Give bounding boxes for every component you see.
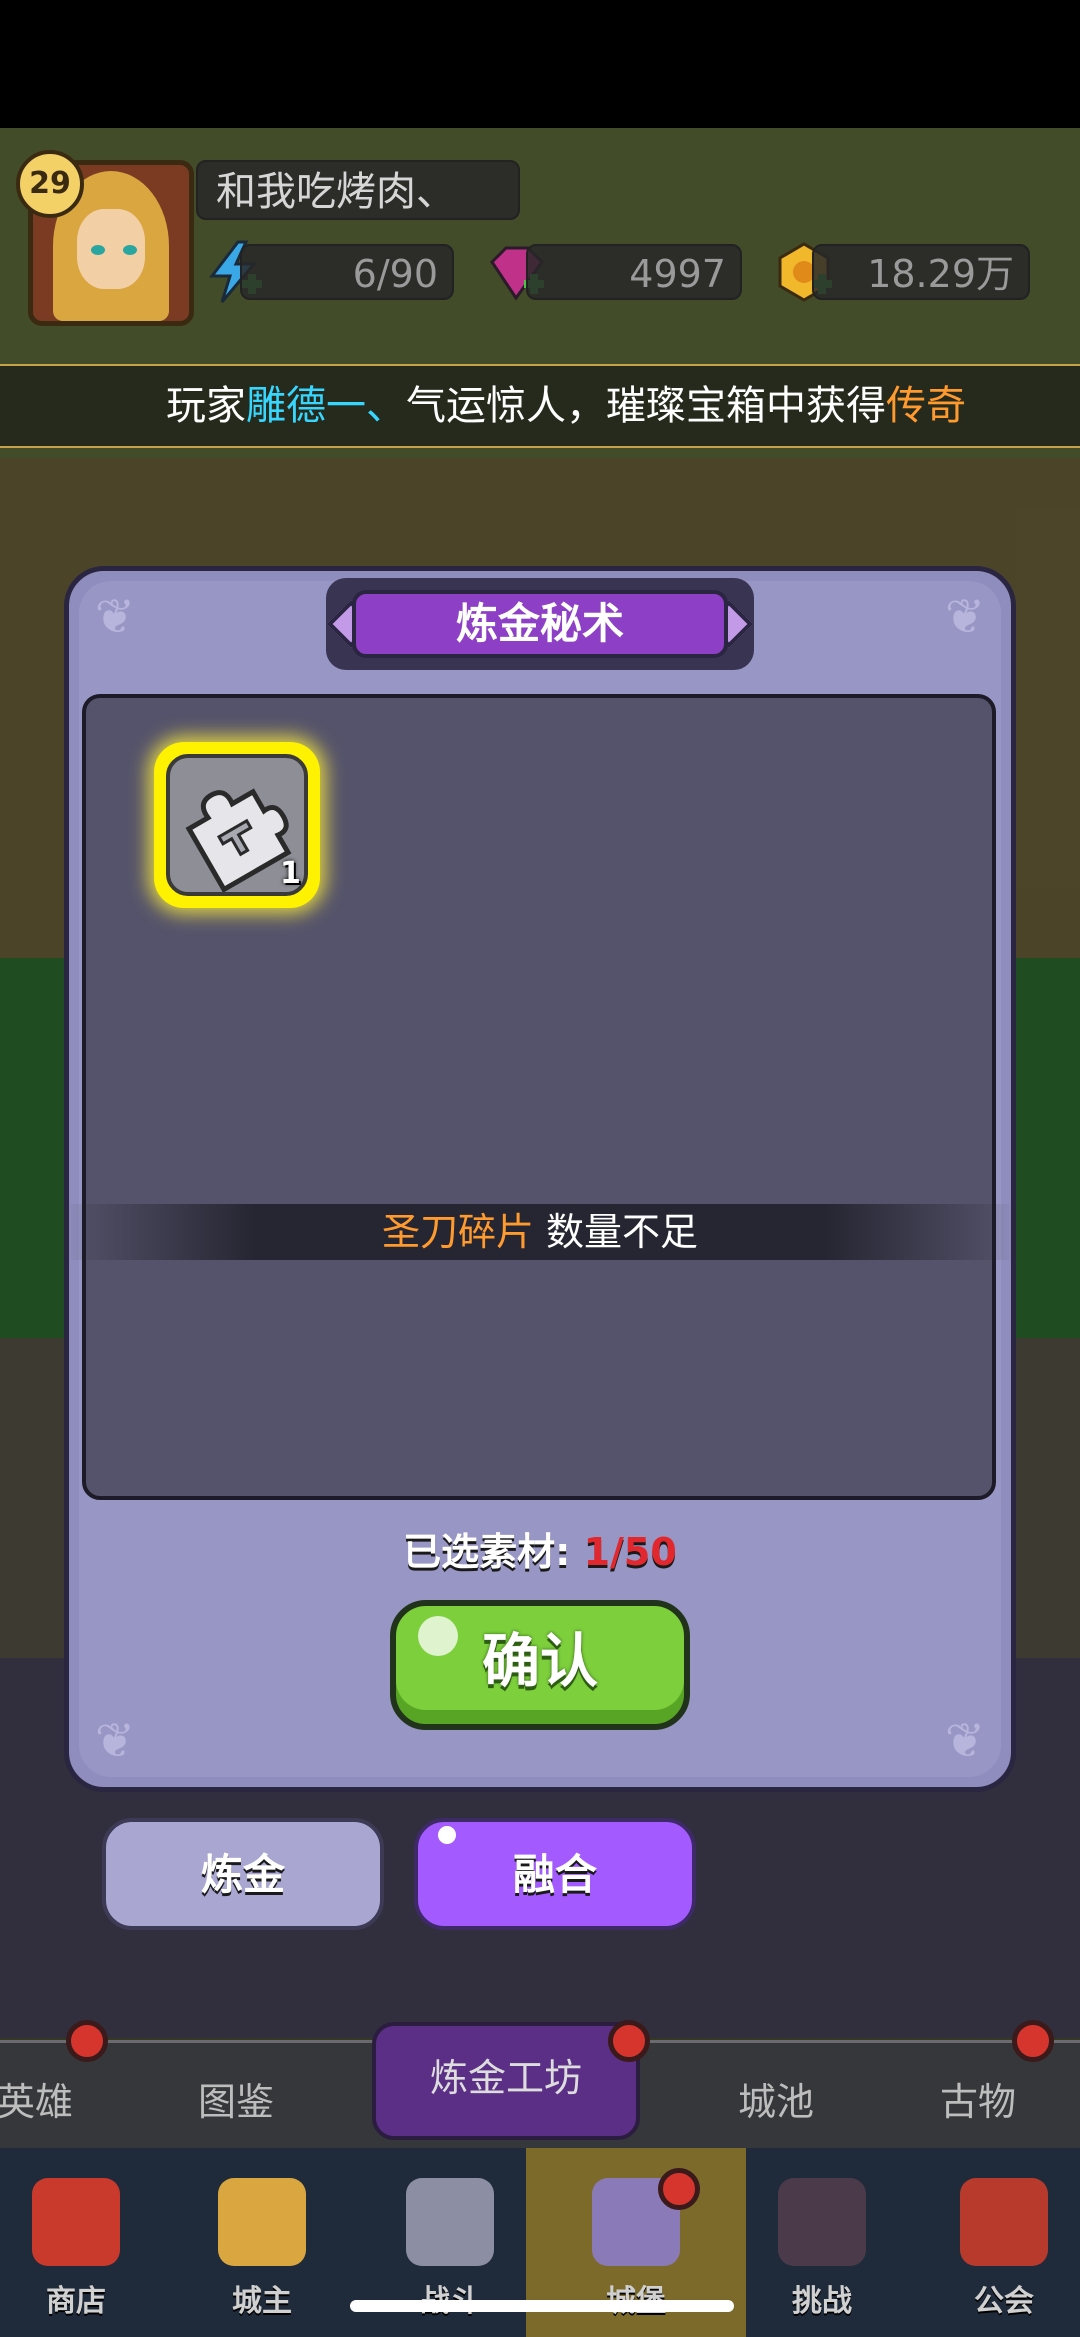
corner-ornament: ❦ [944, 589, 986, 645]
nav-label: 挑战 [792, 2284, 852, 2319]
selected-label: 已选素材: [403, 1530, 571, 1574]
selected-count: 1/50 [583, 1530, 677, 1574]
stamina-value[interactable]: 6/90 [240, 244, 454, 300]
notification-dot [608, 2020, 650, 2062]
crossed-swords-icon [406, 2178, 494, 2266]
corner-ornament: ❦ [94, 1713, 136, 1769]
nav-label: 公会 [974, 2284, 1034, 2319]
subnav-relics[interactable]: 古物 [918, 2062, 1038, 2142]
notice-text: 数量不足 [546, 1210, 699, 1254]
announcement-banner: 玩家雕德一、气运惊人，璀璨宝箱中获得传奇 [0, 364, 1080, 448]
tab-alchemy[interactable]: 炼金 [102, 1818, 384, 1930]
subnav-alchemy-workshop[interactable]: 炼金工坊 [372, 2022, 640, 2140]
nav-lord[interactable]: 城主 [192, 2158, 332, 2328]
nav-label: 城堡 [566, 2276, 706, 2320]
insufficient-notice: 圣刀碎片 数量不足 [64, 1204, 1016, 1260]
shop-icon [32, 2178, 120, 2266]
level-badge: 29 [16, 150, 84, 218]
nav-label: 战斗 [380, 2276, 520, 2320]
crown-icon [218, 2178, 306, 2266]
gold-value[interactable]: 18.29万 [812, 244, 1030, 300]
subnav-heroes[interactable]: 英雄 [0, 2062, 80, 2142]
tab-fusion[interactable]: 融合 [414, 1818, 696, 1930]
confirm-button[interactable]: 确认 [390, 1600, 690, 1730]
demon-icon [778, 2178, 866, 2266]
status-bar [0, 0, 1080, 128]
home-indicator[interactable] [350, 2300, 734, 2312]
subnav-codex[interactable]: 图鉴 [176, 2062, 296, 2142]
gem-value[interactable]: 4997 [526, 244, 742, 300]
banner-reward: 传奇 [886, 383, 966, 429]
nav-label: 城主 [232, 2284, 292, 2319]
notification-dot [66, 2020, 108, 2062]
notice-item-name: 圣刀碎片 [381, 1210, 534, 1254]
banner-middle: 气运惊人，璀璨宝箱中获得 [406, 383, 886, 429]
selected-materials: 已选素材: 1/50 [64, 1524, 1016, 1580]
banner-player: 雕德一、 [246, 383, 406, 429]
nav-shop[interactable]: 商店 [6, 2158, 146, 2328]
guild-banner-icon [960, 2178, 1048, 2266]
corner-ornament: ❦ [94, 589, 136, 645]
item-count: 1 [280, 856, 301, 891]
notification-dot [658, 2168, 700, 2210]
confirm-label: 确认 [481, 1627, 598, 1695]
player-name: 和我吃烤肉、 [196, 160, 520, 220]
subnav-city[interactable]: 城池 [716, 2062, 836, 2142]
tab-highlight-dot [438, 1826, 456, 1844]
nav-guild[interactable]: 公会 [934, 2158, 1074, 2328]
notification-dot [1012, 2020, 1054, 2062]
nav-challenge[interactable]: 挑战 [752, 2158, 892, 2328]
banner-prefix: 玩家 [166, 383, 246, 429]
nav-label: 商店 [46, 2284, 106, 2319]
corner-ornament: ❦ [944, 1713, 986, 1769]
modal-title: 炼金秘术 [352, 590, 728, 658]
